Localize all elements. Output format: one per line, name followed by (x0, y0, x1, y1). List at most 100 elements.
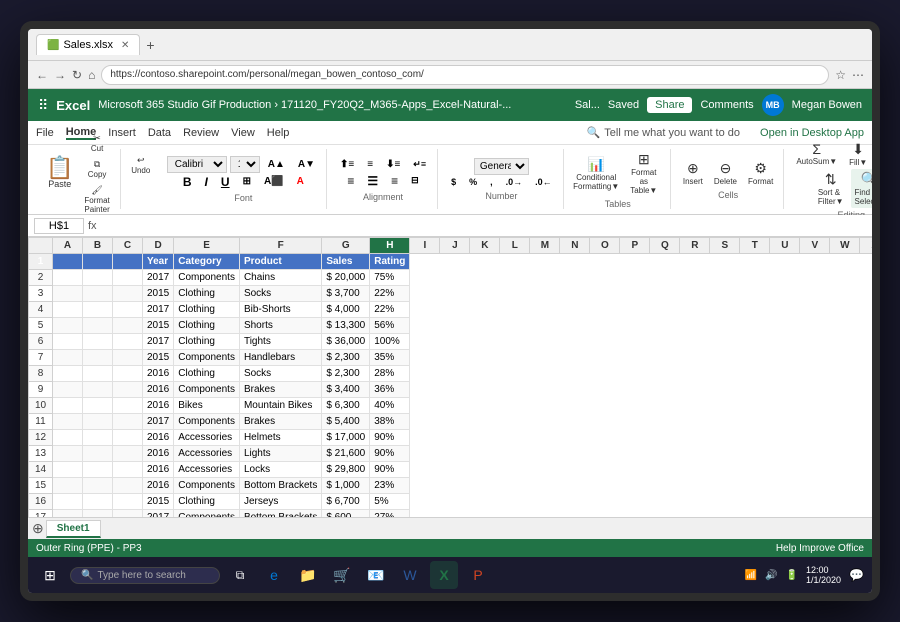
empty-cell[interactable] (83, 462, 113, 478)
empty-cell[interactable] (83, 334, 113, 350)
merge-button[interactable]: ⊟ (406, 173, 424, 188)
empty-cell[interactable] (83, 398, 113, 414)
empty-cell[interactable] (83, 414, 113, 430)
col-header-G[interactable]: G (322, 238, 370, 254)
new-tab-button[interactable]: + (146, 37, 154, 53)
empty-cell[interactable] (53, 302, 83, 318)
empty-cell[interactable] (53, 494, 83, 510)
font-family-select[interactable]: Calibri (167, 156, 227, 173)
forward-button[interactable]: → (54, 68, 66, 82)
network-icon[interactable]: 📶 (745, 570, 757, 581)
data-cell[interactable]: Clothing (174, 286, 240, 302)
excel-taskbar-button[interactable]: X (430, 561, 458, 589)
data-cell[interactable]: Components (174, 382, 240, 398)
data-cell[interactable]: 2017 (143, 334, 174, 350)
data-cell[interactable]: $ 21,600 (322, 446, 370, 462)
data-cell[interactable]: Mountain Bikes (239, 398, 321, 414)
data-cell[interactable]: $ 4,000 (322, 302, 370, 318)
data-cell[interactable]: Clothing (174, 334, 240, 350)
data-cell[interactable]: $ 17,000 (322, 430, 370, 446)
font-color-button[interactable]: A (292, 174, 309, 189)
edge-button[interactable]: e (260, 561, 288, 589)
col-header-H[interactable]: H (370, 238, 410, 254)
empty-cell[interactable] (113, 302, 143, 318)
cell-name-box[interactable]: H$1 (34, 218, 84, 234)
data-cell[interactable]: Shorts (239, 318, 321, 334)
undo-button[interactable]: ↩ Undo (127, 153, 155, 177)
data-cell[interactable]: Components (174, 510, 240, 518)
data-cell[interactable]: $ 2,300 (322, 366, 370, 382)
volume-icon[interactable]: 🔊 (765, 570, 777, 581)
data-cell[interactable]: 2017 (143, 414, 174, 430)
comma-button[interactable]: , (485, 175, 498, 189)
empty-cell[interactable] (83, 382, 113, 398)
data-cell[interactable]: 56% (370, 318, 410, 334)
header-cell-category[interactable]: Category (174, 254, 240, 270)
sort-filter-button[interactable]: ⇅ Sort &Filter▼ (814, 169, 848, 208)
empty-cell[interactable] (83, 494, 113, 510)
add-sheet-button[interactable]: ⊕ (32, 520, 44, 537)
tab-close-icon[interactable]: ✕ (121, 40, 129, 51)
copy-button[interactable]: ⧉Copy (80, 157, 113, 181)
menu-help[interactable]: Help (267, 127, 290, 139)
store-button[interactable]: 🛒 (328, 561, 356, 589)
percent-button[interactable]: % (464, 175, 482, 189)
data-cell[interactable]: Components (174, 270, 240, 286)
col-header-N[interactable]: N (560, 238, 590, 254)
data-cell[interactable]: Lights (239, 446, 321, 462)
empty-cell[interactable] (53, 366, 83, 382)
empty-cell[interactable] (83, 350, 113, 366)
bold-button[interactable]: B (178, 173, 197, 191)
italic-button[interactable]: I (200, 173, 213, 191)
data-cell[interactable]: Bottom Brackets (239, 478, 321, 494)
data-cell[interactable]: Locks (239, 462, 321, 478)
header-cell-product[interactable]: Product (239, 254, 321, 270)
empty-cell[interactable] (113, 478, 143, 494)
empty-cell[interactable] (53, 382, 83, 398)
data-cell[interactable]: Socks (239, 286, 321, 302)
data-cell[interactable]: 27% (370, 510, 410, 518)
data-cell[interactable]: Bottom Brackets (239, 510, 321, 518)
empty-cell[interactable] (53, 318, 83, 334)
bookmark-icon[interactable]: ☆ (835, 68, 846, 82)
col-header-V[interactable]: V (800, 238, 830, 254)
data-cell[interactable]: 2017 (143, 270, 174, 286)
col-header-K[interactable]: K (470, 238, 500, 254)
sheet-grid[interactable]: A B C D E F G H I J K L (28, 237, 872, 517)
empty-cell[interactable] (53, 286, 83, 302)
data-cell[interactable]: 2016 (143, 398, 174, 414)
empty-cell[interactable] (53, 414, 83, 430)
fill-button[interactable]: ⬇ Fill▼ (844, 139, 872, 169)
data-cell[interactable]: $ 3,400 (322, 382, 370, 398)
col-header-F[interactable]: F (239, 238, 321, 254)
col-header-U[interactable]: U (770, 238, 800, 254)
empty-cell[interactable] (83, 430, 113, 446)
comments-button[interactable]: Comments (700, 99, 753, 111)
address-bar[interactable]: https://contoso.sharepoint.com/personal/… (101, 65, 829, 85)
notification-icon[interactable]: 💬 (849, 568, 864, 582)
refresh-button[interactable]: ↻ (72, 68, 82, 82)
data-cell[interactable]: $ 600 (322, 510, 370, 518)
col-header-J[interactable]: J (440, 238, 470, 254)
menu-data[interactable]: Data (148, 127, 171, 139)
data-cell[interactable]: 2016 (143, 382, 174, 398)
empty-cell[interactable] (53, 334, 83, 350)
data-cell[interactable]: 2015 (143, 350, 174, 366)
data-cell[interactable]: $ 20,000 (322, 270, 370, 286)
data-cell[interactable]: Socks (239, 366, 321, 382)
data-cell[interactable]: Accessories (174, 430, 240, 446)
share-button[interactable]: Share (647, 97, 692, 113)
data-cell[interactable]: 5% (370, 494, 410, 510)
data-cell[interactable]: $ 6,700 (322, 494, 370, 510)
data-cell[interactable]: Accessories (174, 446, 240, 462)
data-cell[interactable]: 22% (370, 286, 410, 302)
border-button[interactable]: ⊞ (238, 174, 256, 189)
menu-review[interactable]: Review (183, 127, 219, 139)
data-cell[interactable]: Bikes (174, 398, 240, 414)
open-desktop-button[interactable]: Open in Desktop App (760, 127, 864, 139)
waffle-icon[interactable]: ⠿ (38, 97, 48, 114)
col-header-D[interactable]: D (143, 238, 174, 254)
data-cell[interactable]: 2015 (143, 318, 174, 334)
empty-cell[interactable] (83, 318, 113, 334)
empty-cell[interactable] (113, 398, 143, 414)
